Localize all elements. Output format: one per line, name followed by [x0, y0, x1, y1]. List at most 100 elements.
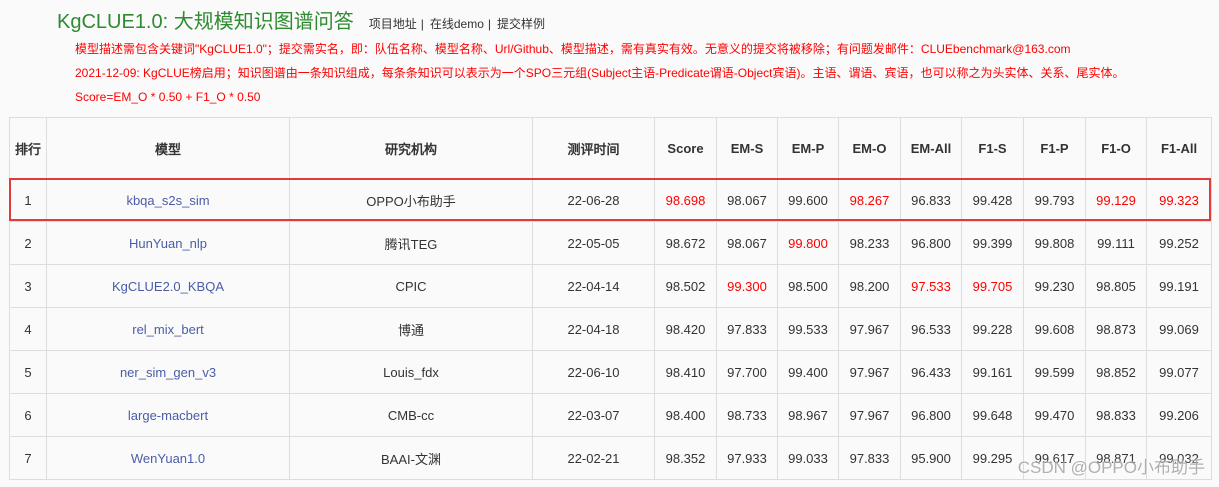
- f1-p-cell: 99.793: [1023, 178, 1086, 222]
- table-row: 2 HunYuan_nlp 腾讯TEG 22-05-05 98.672 98.067 99.…: [9, 221, 1212, 265]
- em-o-cell: 98.233: [838, 221, 901, 265]
- f1-s-cell: 99.161: [961, 350, 1024, 394]
- em-all-cell: 97.533: [900, 264, 962, 308]
- leaderboard-table: 排行 模型 研究机构 测评时间 Score EM-S EM-P EM-O EM-…: [9, 117, 1212, 480]
- table-row: 6 large-macbert CMB-cc 22-03-07 98.400 98.733…: [9, 393, 1212, 437]
- f1-all-cell: 99.252: [1146, 221, 1212, 265]
- table-row: 5 ner_sim_gen_v3 Louis_fdx 22-06-10 98.410 97…: [9, 350, 1212, 394]
- f1-p-cell: 99.599: [1023, 350, 1086, 394]
- f1-s-cell: 99.399: [961, 221, 1024, 265]
- column-header-eval-date: 测评时间: [532, 117, 655, 179]
- eval-date-cell: 22-05-05: [532, 221, 655, 265]
- column-header-f1-s: F1-S: [961, 117, 1024, 179]
- eval-date-cell: 22-02-21: [532, 436, 655, 480]
- em-all-cell: 96.433: [900, 350, 962, 394]
- em-s-cell: 97.933: [716, 436, 778, 480]
- f1-o-cell: 98.805: [1085, 264, 1147, 308]
- em-o-cell: 97.967: [838, 307, 901, 351]
- model-link[interactable]: rel_mix_bert: [132, 322, 204, 337]
- launch-notice: 2021-12-09: KgCLUE榜启用；知识图谱由一条知识组成，每条条知识可…: [75, 66, 1125, 80]
- model-link[interactable]: kbqa_s2s_sim: [126, 193, 209, 208]
- f1-o-cell: 99.111: [1085, 221, 1147, 265]
- column-header-em-all: EM-All: [900, 117, 962, 179]
- em-p-cell: 98.967: [777, 393, 839, 437]
- notice-block: 模型描述需包含关键词"KgCLUE1.0"；提交需实名，即：队伍名称、模型名称、…: [75, 37, 1211, 109]
- f1-all-cell: 99.069: [1146, 307, 1212, 351]
- organization-cell: 博通: [289, 307, 533, 351]
- table-row: 4 rel_mix_bert 博通 22-04-18 98.420 97.833 99.53…: [9, 307, 1212, 351]
- em-all-cell: 96.833: [900, 178, 962, 222]
- column-header-organization: 研究机构: [289, 117, 533, 179]
- f1-o-cell: 98.833: [1085, 393, 1147, 437]
- model-link[interactable]: large-macbert: [128, 408, 208, 423]
- eval-date-cell: 22-04-14: [532, 264, 655, 308]
- model-link[interactable]: ner_sim_gen_v3: [120, 365, 216, 380]
- score-cell: 98.698: [654, 178, 717, 222]
- em-o-cell: 97.833: [838, 436, 901, 480]
- em-s-cell: 99.300: [716, 264, 778, 308]
- project-url-link[interactable]: 项目地址: [369, 15, 417, 32]
- f1-s-cell: 99.428: [961, 178, 1024, 222]
- em-o-cell: 97.967: [838, 350, 901, 394]
- em-p-cell: 99.600: [777, 178, 839, 222]
- rank-cell: 2: [9, 221, 47, 265]
- em-p-cell: 99.800: [777, 221, 839, 265]
- column-header-score: Score: [654, 117, 717, 179]
- organization-cell: CMB-cc: [289, 393, 533, 437]
- rank-cell: 7: [9, 436, 47, 480]
- model-link[interactable]: WenYuan1.0: [131, 451, 205, 466]
- page-header: KgCLUE1.0: 大规模知识图谱问答 项目地址 | 在线demo | 提交样…: [57, 9, 545, 35]
- model-cell: large-macbert: [46, 393, 290, 437]
- f1-all-cell: 99.191: [1146, 264, 1212, 308]
- f1-o-cell: 99.129: [1085, 178, 1147, 222]
- em-p-cell: 99.400: [777, 350, 839, 394]
- em-s-cell: 97.833: [716, 307, 778, 351]
- f1-s-cell: 99.228: [961, 307, 1024, 351]
- rank-cell: 4: [9, 307, 47, 351]
- f1-p-cell: 99.808: [1023, 221, 1086, 265]
- eval-date-cell: 22-03-07: [532, 393, 655, 437]
- leaderboard-body: 1 kbqa_s2s_sim OPPO小布助手 22-06-28 98.698 98.06…: [9, 178, 1212, 480]
- score-cell: 98.502: [654, 264, 717, 308]
- f1-s-cell: 99.295: [961, 436, 1024, 480]
- rank-cell: 1: [9, 178, 47, 222]
- submission-rules-notice: 模型描述需包含关键词"KgCLUE1.0"；提交需实名，即：队伍名称、模型名称、…: [75, 42, 1071, 56]
- organization-cell: BAAI-文渊: [289, 436, 533, 480]
- header-row: 排行 模型 研究机构 测评时间 Score EM-S EM-P EM-O EM-…: [9, 117, 1212, 179]
- model-cell: kbqa_s2s_sim: [46, 178, 290, 222]
- eval-date-cell: 22-06-28: [532, 178, 655, 222]
- em-all-cell: 96.800: [900, 221, 962, 265]
- model-cell: rel_mix_bert: [46, 307, 290, 351]
- model-cell: WenYuan1.0: [46, 436, 290, 480]
- score-formula-notice: Score=EM_O * 0.50 + F1_O * 0.50: [75, 90, 261, 104]
- eval-date-cell: 22-04-18: [532, 307, 655, 351]
- model-link[interactable]: KgCLUE2.0_KBQA: [112, 279, 224, 294]
- organization-cell: OPPO小布助手: [289, 178, 533, 222]
- table-row-highlighted: 1 kbqa_s2s_sim OPPO小布助手 22-06-28 98.698 98.06…: [9, 178, 1212, 222]
- em-s-cell: 98.067: [716, 178, 778, 222]
- f1-p-cell: 99.230: [1023, 264, 1086, 308]
- em-p-cell: 99.533: [777, 307, 839, 351]
- f1-s-cell: 99.705: [961, 264, 1024, 308]
- rank-cell: 3: [9, 264, 47, 308]
- eval-date-cell: 22-06-10: [532, 350, 655, 394]
- table-row: 3 KgCLUE2.0_KBQA CPIC 22-04-14 98.502 99.300 9…: [9, 264, 1212, 308]
- f1-p-cell: 99.470: [1023, 393, 1086, 437]
- model-cell: KgCLUE2.0_KBQA: [46, 264, 290, 308]
- column-header-f1-all: F1-All: [1146, 117, 1212, 179]
- rank-cell: 5: [9, 350, 47, 394]
- score-cell: 98.672: [654, 221, 717, 265]
- f1-s-cell: 99.648: [961, 393, 1024, 437]
- f1-all-cell: 99.077: [1146, 350, 1212, 394]
- em-s-cell: 98.067: [716, 221, 778, 265]
- em-all-cell: 96.800: [900, 393, 962, 437]
- column-header-f1-p: F1-P: [1023, 117, 1086, 179]
- model-link[interactable]: HunYuan_nlp: [129, 236, 207, 251]
- f1-o-cell: 98.873: [1085, 307, 1147, 351]
- em-s-cell: 98.733: [716, 393, 778, 437]
- rank-cell: 6: [9, 393, 47, 437]
- link-separator: |: [487, 17, 492, 31]
- score-cell: 98.420: [654, 307, 717, 351]
- submission-example-link[interactable]: 提交样例: [497, 15, 545, 32]
- online-demo-link[interactable]: 在线demo: [430, 15, 484, 32]
